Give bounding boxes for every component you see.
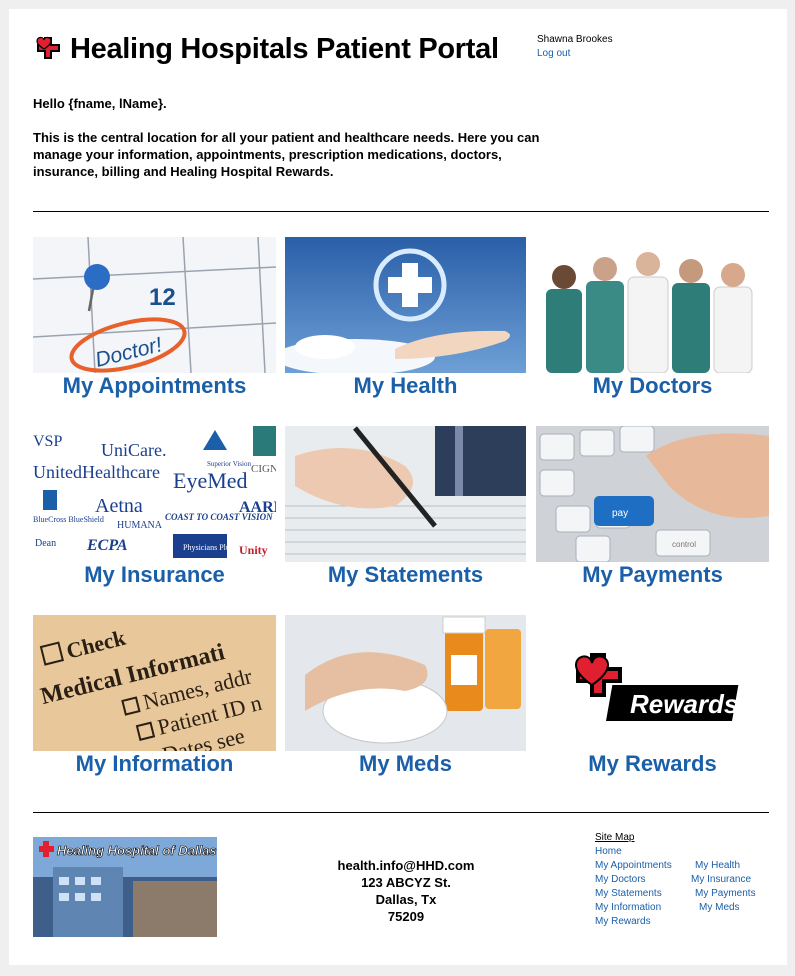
sitemap-link-home[interactable]: Home [595, 845, 622, 859]
contact-zip: 75209 [387, 909, 425, 924]
information-form-image: Check Medical Informati Names, addr Pati… [33, 615, 276, 751]
logout-link[interactable]: Log out [537, 47, 613, 61]
tile-my-information[interactable]: Check Medical Informati Names, addr Pati… [33, 615, 276, 785]
sitemap-link-payments[interactable]: My Payments [695, 887, 756, 901]
divider-top [33, 211, 769, 212]
contact-street: 123 ABCYZ St. [361, 875, 451, 890]
insurance-logos-image: VSP UniCare. UnitedHealthcare Superior V… [33, 426, 276, 562]
sitemap: Site Map Home My Appointments My Health M… [595, 831, 756, 929]
svg-text:HUMANA: HUMANA [117, 520, 163, 531]
page: Healing Hospitals Patient Portal Shawna … [9, 9, 787, 965]
svg-text:AARP: AARP [239, 499, 276, 516]
sitemap-title[interactable]: Site Map [595, 831, 756, 845]
svg-text:CIGNA: CIGNA [251, 463, 276, 475]
tile-label-doctors: My Doctors [592, 373, 713, 398]
divider-bottom [33, 812, 769, 813]
svg-text:UnitedHealthcare: UnitedHealthcare [33, 462, 160, 482]
svg-text:control: control [672, 540, 696, 549]
intro-text: This is the central location for all you… [33, 130, 540, 179]
appointments-calendar-image: 12 Doctor! [33, 237, 276, 373]
tile-label-appointments: My Appointments [62, 373, 247, 398]
tile-my-rewards[interactable]: Rewards My Rewards [536, 615, 769, 785]
tile-label-health: My Health [353, 373, 458, 398]
statements-writing-image [285, 426, 526, 562]
sitemap-link-rewards[interactable]: My Rewards [595, 915, 651, 929]
page-title: Healing Hospitals Patient Portal [70, 33, 499, 65]
greeting: Hello {fname, lName}. [33, 96, 167, 111]
hospital-cross-logo-icon [36, 36, 60, 59]
sitemap-link-insurance[interactable]: My Insurance [691, 873, 751, 887]
footer-image-text: Healing Hospital of Dallas [57, 843, 217, 858]
contact-email: health.info@HHD.com [337, 858, 475, 873]
sitemap-link-health[interactable]: My Health [695, 859, 740, 873]
tile-my-meds[interactable]: My Meds [285, 615, 526, 785]
svg-text:Unity: Unity [239, 543, 268, 557]
svg-text:UniCare.: UniCare. [101, 440, 166, 460]
pay-key-text: pay [612, 508, 628, 519]
tile-label-meds: My Meds [359, 751, 452, 776]
svg-text:Physicians Plus: Physicians Plus [183, 543, 233, 552]
svg-text:Superior Vision: Superior Vision [207, 460, 251, 468]
svg-text:ECPA: ECPA [86, 537, 128, 554]
sitemap-link-statements[interactable]: My Statements [595, 887, 695, 901]
payments-keyboard-image: pay control [536, 426, 769, 562]
tile-label-rewards: My Rewards [588, 751, 717, 776]
doctors-team-image [536, 237, 769, 373]
sitemap-link-doctors[interactable]: My Doctors [595, 873, 691, 887]
tile-my-statements[interactable]: My Statements [285, 426, 526, 596]
user-panel: Shawna Brookes Log out [537, 33, 613, 61]
hospital-building-image: Healing Hospital of Dallas [33, 837, 217, 937]
tile-my-health[interactable]: My Health [285, 237, 526, 407]
rewards-logo-text: Rewards [630, 689, 738, 719]
svg-text:BlueCross BlueShield: BlueCross BlueShield [33, 515, 104, 524]
tile-my-doctors[interactable]: My Doctors [536, 237, 769, 407]
tile-label-statements: My Statements [327, 562, 484, 587]
calendar-day-number: 12 [149, 284, 176, 311]
tile-label-insurance: My Insurance [84, 562, 225, 587]
user-name: Shawna Brookes [537, 34, 613, 45]
sitemap-link-meds[interactable]: My Meds [699, 901, 740, 915]
svg-text:Dean: Dean [35, 538, 56, 549]
meds-mouse-image [285, 615, 526, 751]
sitemap-link-appointments[interactable]: My Appointments [595, 859, 695, 873]
contact-info: health.info@HHD.com 123 ABCYZ St. Dallas… [309, 857, 503, 925]
svg-text:EyeMed: EyeMed [173, 468, 248, 493]
rewards-logo-image: Rewards [536, 615, 769, 751]
sitemap-link-information[interactable]: My Information [595, 901, 699, 915]
tile-my-payments[interactable]: pay control My Payments [536, 426, 769, 596]
svg-text:VSP: VSP [33, 433, 62, 450]
health-cross-image [285, 237, 526, 373]
tile-my-appointments[interactable]: 12 Doctor! My Appointments [33, 237, 276, 407]
contact-city: Dallas, Tx [375, 892, 437, 907]
tile-label-information: My Information [75, 751, 234, 776]
svg-text:Aetna: Aetna [95, 495, 143, 517]
tile-label-payments: My Payments [582, 562, 723, 587]
tile-my-insurance[interactable]: VSP UniCare. UnitedHealthcare Superior V… [33, 426, 276, 596]
